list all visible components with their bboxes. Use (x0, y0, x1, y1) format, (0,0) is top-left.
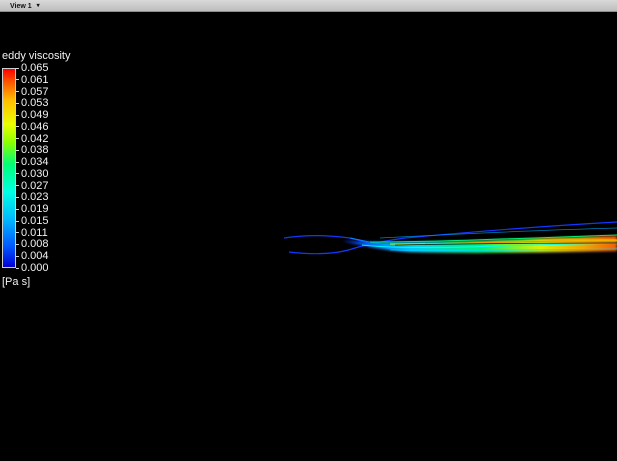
legend-tick-label: 0.057 (16, 86, 49, 98)
legend-tick-labels: 0.065 0.061 0.057 0.053 0.049 0.046 0.04… (16, 62, 58, 274)
legend-tick-label: 0.042 (16, 133, 49, 145)
legend-tick-label: 0.049 (16, 109, 49, 121)
view-tab[interactable]: View 1 ▾ (0, 0, 52, 12)
legend-tick-label: 0.023 (16, 191, 49, 203)
view-tabbar: View 1 ▾ (0, 0, 617, 12)
legend-colorbar (2, 68, 16, 268)
legend-tick-label: 0.027 (16, 180, 49, 192)
legend-tick-label: 0.065 (16, 62, 49, 74)
legend-tick-label: 0.034 (16, 156, 49, 168)
legend-tick-label: 0.053 (16, 97, 49, 109)
legend-tick-label: 0.000 (16, 262, 49, 274)
legend-tick-label: 0.004 (16, 250, 49, 262)
eddy-viscosity-plume (342, 227, 617, 253)
cfd-post-window: View 1 ▾ eddy viscosity 0.065 0.061 0.05… (0, 0, 617, 461)
legend-tick-label: 0.011 (16, 227, 48, 239)
legend-tick-label: 0.038 (16, 144, 49, 156)
chevron-down-icon[interactable]: ▾ (37, 3, 40, 9)
legend-tick-label: 0.008 (16, 238, 49, 250)
legend-tick-label: 0.061 (16, 74, 49, 86)
contour-lines (283, 221, 617, 255)
legend-title: eddy viscosity (2, 50, 71, 62)
legend-tick-label: 0.030 (16, 168, 49, 180)
legend-unit: [Pa s] (2, 276, 31, 288)
graphics-viewport[interactable]: eddy viscosity 0.065 0.061 0.057 0.053 0… (0, 12, 617, 461)
view-tab-label: View 1 (10, 2, 32, 10)
legend-tick-label: 0.015 (16, 215, 49, 227)
eddy-viscosity-contour-plot (283, 221, 617, 255)
legend-tick-label: 0.019 (16, 203, 49, 215)
legend-tick-label: 0.046 (16, 121, 49, 133)
